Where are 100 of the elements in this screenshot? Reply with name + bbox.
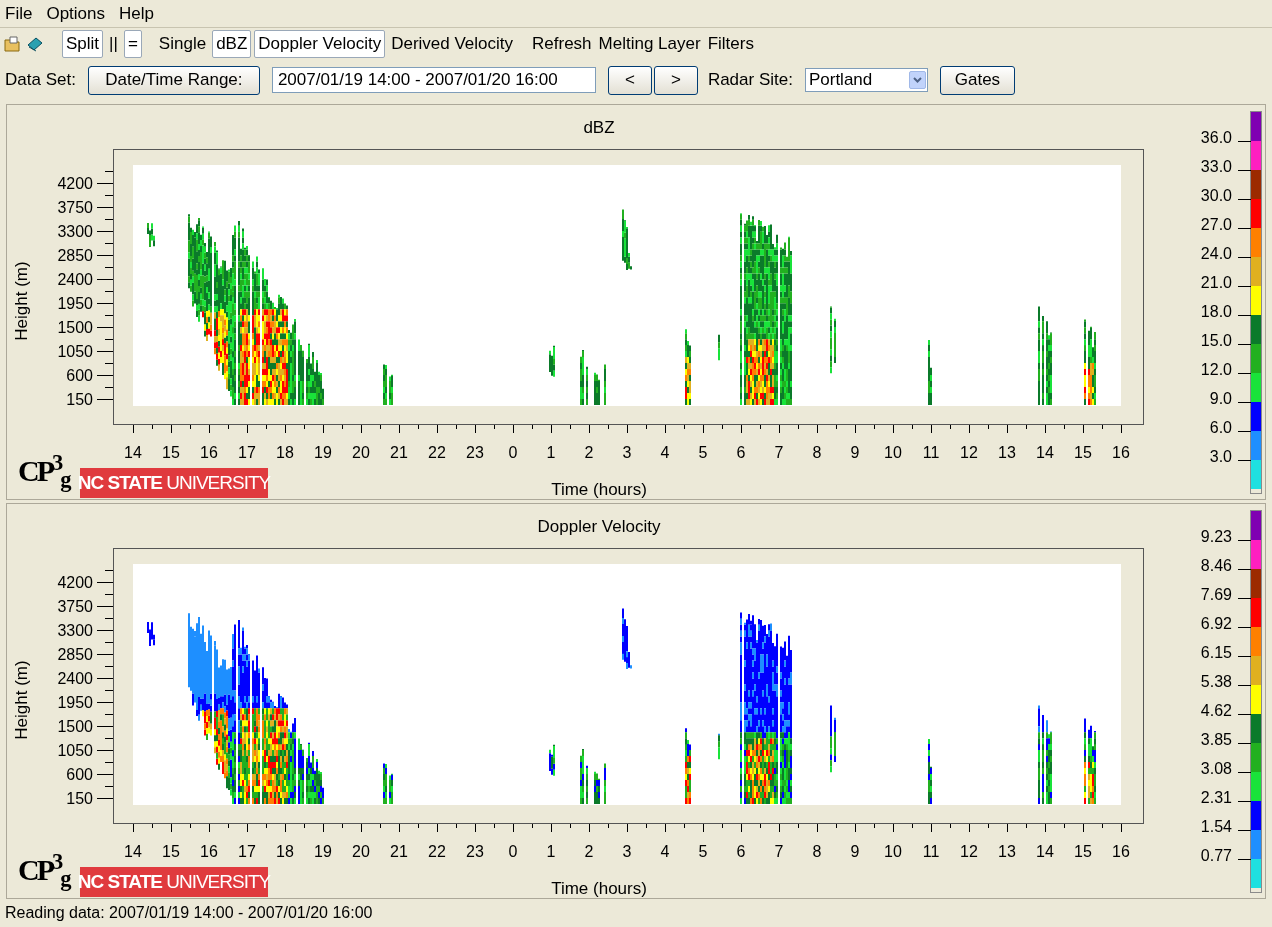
y-tick-label: 2400 [57,670,93,687]
y-tick-label: 2400 [57,271,93,288]
y-tick-label: 3300 [57,223,93,240]
site-dropdown[interactable]: Portland [804,68,928,92]
color-scale-label: 4.62 [1200,702,1232,719]
x-tick-label: 20 [352,444,370,461]
book-icon[interactable] [26,35,44,53]
x-tick-label: 14 [1036,843,1054,860]
x-tick-label: 21 [390,444,408,461]
menu-item[interactable]: File [5,0,33,27]
y-tick-label: 150 [66,790,93,807]
y-tick-label: 3750 [57,199,93,216]
color-scale-label: 27.0 [1200,216,1232,233]
x-tick-label: 1 [546,843,556,860]
x-tick-label: 14 [1036,444,1054,461]
toolbar-button[interactable]: Refresh [530,30,594,58]
x-tick-label: 11 [922,444,940,461]
toolbar-button[interactable]: Filters [705,30,756,58]
x-tick-label: 12 [960,444,978,461]
x-axis-title: Time (hours) [551,480,647,499]
x-tick-label: 13 [998,843,1016,860]
x-tick-label: 3 [622,444,632,461]
y-tick-label: 3750 [57,598,93,615]
x-tick-label: 7 [774,444,784,461]
y-tick-label: 600 [66,766,93,783]
color-scale-label: 30.0 [1200,187,1232,204]
x-tick-label: 16 [1112,843,1130,860]
color-scale-label: 2.31 [1200,789,1232,806]
y-tick-label: 3300 [57,622,93,639]
y-tick-label: 2850 [57,247,93,264]
x-tick-label: 22 [428,843,446,860]
x-tick-label: 4 [660,843,670,860]
next-button[interactable]: > [653,65,698,95]
color-scale-label: 7.69 [1200,586,1232,603]
menu-item[interactable]: Help [119,0,154,27]
color-scale-label: 33.0 [1200,158,1232,175]
color-scale-label: 6.0 [1209,419,1232,436]
toggle-button[interactable]: Split [62,30,104,58]
x-tick-label: 6 [736,843,746,860]
y-tick-label: 1500 [57,319,93,336]
x-tick-label: 14 [124,444,142,461]
x-tick-label: 15 [162,843,180,860]
y-tick-label: 1050 [57,742,93,759]
x-tick-label: 0 [508,444,518,461]
y-tick-label: 600 [66,367,93,384]
x-tick-label: 19 [314,444,332,461]
toggle-button[interactable]: Single [155,30,210,58]
x-tick-label: 6 [736,444,746,461]
x-tick-label: 9 [850,843,860,860]
previous-button[interactable]: < [607,65,652,95]
date-range-button[interactable]: Date/Time Range: [87,65,260,95]
y-tick-label: 1050 [57,343,93,360]
x-tick-label: 14 [124,843,142,860]
x-tick-label: 23 [466,444,484,461]
chart-title: dBZ [583,118,615,137]
color-scale-label: 5.38 [1200,673,1232,690]
x-tick-label: 2 [584,843,594,860]
field-label: Data Set: [5,69,76,92]
x-tick-label: 4 [660,444,670,461]
gates-button[interactable]: Gates [939,65,1015,95]
toggle-button[interactable]: Derived Velocity [388,30,517,58]
toolbar-button[interactable]: Melting Layer [596,30,703,58]
y-axis-title: Height (m) [12,660,31,740]
x-tick-label: 17 [238,843,256,860]
x-tick-label: 13 [998,444,1016,461]
color-scale-label: 0.77 [1200,847,1232,864]
color-scale-label: 9.0 [1209,390,1232,407]
menu-item[interactable]: Options [46,0,105,27]
color-scale-label: 18.0 [1200,303,1232,320]
x-tick-label: 2 [584,444,594,461]
y-tick-label: 4200 [57,175,93,192]
x-tick-label: 8 [812,444,822,461]
x-tick-label: 18 [276,444,294,461]
x-tick-label: 7 [774,843,784,860]
x-tick-label: 1 [546,444,556,461]
toggle-button[interactable]: || [106,30,121,58]
folder-icon[interactable] [4,35,22,53]
x-tick-label: 0 [508,843,518,860]
x-tick-label: 23 [466,843,484,860]
chart-title: Doppler Velocity [537,517,661,536]
x-tick-label: 16 [200,444,218,461]
x-tick-label: 21 [390,843,408,860]
color-scale-label: 9.23 [1200,528,1232,545]
y-tick-label: 4200 [57,574,93,591]
x-tick-label: 15 [162,444,180,461]
toggle-button[interactable]: dBZ [212,30,252,58]
color-scale-label: 15.0 [1200,332,1232,349]
toggle-button[interactable]: = [123,30,142,58]
x-tick-label: 18 [276,843,294,860]
toggle-button[interactable]: Doppler Velocity [254,30,386,58]
x-tick-label: 16 [1112,444,1130,461]
x-tick-label: 11 [922,843,940,860]
x-tick-label: 5 [698,444,708,461]
date-range-field[interactable]: 2007/01/19 14:00 - 2007/01/20 16:00 [271,67,596,93]
y-axis-title: Height (m) [12,261,31,341]
x-tick-label: 10 [884,444,902,461]
color-scale-label: 12.0 [1200,361,1232,378]
y-tick-label: 1950 [57,694,93,711]
x-tick-label: 19 [314,843,332,860]
color-scale-label: 3.08 [1200,760,1232,777]
